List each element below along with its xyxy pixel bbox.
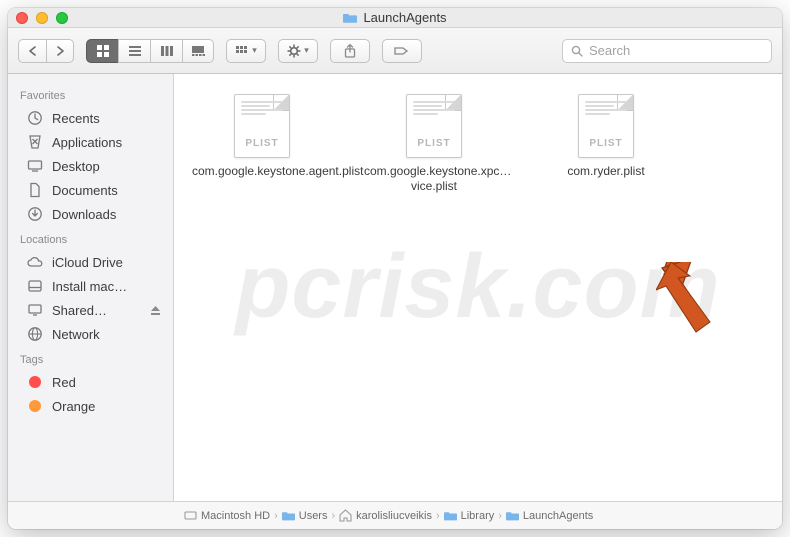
sidebar-item-network[interactable]: Network — [8, 322, 173, 346]
close-button[interactable] — [16, 12, 28, 24]
toolbar: ▾ ▾ Search — [8, 28, 782, 74]
home-icon — [339, 509, 352, 522]
arrange-button[interactable]: ▾ — [226, 39, 266, 63]
content-area[interactable]: pcrisk.com PLIST com.google.keystone.age… — [174, 74, 782, 501]
folder-icon — [444, 510, 457, 521]
sidebar-header: Tags — [8, 346, 173, 370]
download-icon — [26, 205, 44, 223]
path-item[interactable]: Users — [282, 510, 328, 522]
share-button[interactable] — [330, 39, 370, 63]
tag-red-icon — [26, 373, 44, 391]
search-placeholder: Search — [589, 43, 630, 58]
window-title-text: LaunchAgents — [363, 10, 446, 25]
file-name: com.google.keystone.agent.plist — [192, 164, 332, 179]
file-name: com.ryder.plist — [567, 164, 644, 179]
network-icon — [26, 325, 44, 343]
plist-file-icon: PLIST — [230, 94, 294, 158]
forward-button[interactable] — [46, 39, 74, 63]
tags-button[interactable] — [382, 39, 422, 63]
sidebar-item-recents[interactable]: Recents — [8, 106, 173, 130]
chevron-right-icon: › — [498, 510, 502, 522]
annotation-arrow-icon — [656, 262, 716, 342]
titlebar: LaunchAgents — [8, 8, 782, 28]
path-item[interactable]: Library — [444, 510, 495, 522]
sidebar-item-desktop[interactable]: Desktop — [8, 154, 173, 178]
chevron-right-icon: › — [331, 510, 335, 522]
sidebar-item-downloads[interactable]: Downloads — [8, 202, 173, 226]
file-item[interactable]: PLIST com.google.keystone.xpc…vice.plist — [364, 94, 504, 194]
sidebar-tag-orange[interactable]: Orange — [8, 394, 173, 418]
sidebar-item-shared[interactable]: Shared… — [8, 298, 173, 322]
list-view-button[interactable] — [118, 39, 150, 63]
doc-icon — [26, 181, 44, 199]
view-mode-group — [86, 39, 214, 63]
plist-file-icon: PLIST — [402, 94, 466, 158]
search-icon — [571, 45, 583, 57]
file-name: com.google.keystone.xpc…vice.plist — [364, 164, 504, 194]
cloud-icon — [26, 253, 44, 271]
back-button[interactable] — [18, 39, 46, 63]
sidebar-item-install[interactable]: Install mac… — [8, 274, 173, 298]
disk-icon — [26, 277, 44, 295]
search-field[interactable]: Search — [562, 39, 772, 63]
sidebar-item-applications[interactable]: Applications — [8, 130, 173, 154]
computer-icon — [26, 301, 44, 319]
sidebar: Favorites Recents Applications Desktop D… — [8, 74, 174, 501]
path-item[interactable]: LaunchAgents — [506, 510, 593, 522]
window-title: LaunchAgents — [68, 10, 722, 25]
action-button[interactable]: ▾ — [278, 39, 318, 63]
sidebar-header: Locations — [8, 226, 173, 250]
path-item[interactable]: karolisliucveikis — [339, 509, 432, 522]
sidebar-item-documents[interactable]: Documents — [8, 178, 173, 202]
clock-icon — [26, 109, 44, 127]
plist-file-icon: PLIST — [574, 94, 638, 158]
chevron-right-icon: › — [436, 510, 440, 522]
folder-icon — [506, 510, 519, 521]
folder-icon — [282, 510, 295, 521]
path-item[interactable]: Macintosh HD — [184, 509, 270, 522]
file-item[interactable]: PLIST com.google.keystone.agent.plist — [192, 94, 332, 194]
zoom-button[interactable] — [56, 12, 68, 24]
hd-icon — [184, 509, 197, 522]
sidebar-item-icloud[interactable]: iCloud Drive — [8, 250, 173, 274]
tag-orange-icon — [26, 397, 44, 415]
desktop-icon — [26, 157, 44, 175]
icon-view-button[interactable] — [86, 39, 118, 63]
app-icon — [26, 133, 44, 151]
sidebar-header: Favorites — [8, 82, 173, 106]
eject-icon[interactable] — [150, 305, 161, 316]
gallery-view-button[interactable] — [182, 39, 214, 63]
chevron-right-icon: › — [274, 510, 278, 522]
minimize-button[interactable] — [36, 12, 48, 24]
finder-window: LaunchAgents — [8, 8, 782, 529]
sidebar-tag-red[interactable]: Red — [8, 370, 173, 394]
file-item[interactable]: PLIST com.ryder.plist — [536, 94, 676, 194]
pathbar: Macintosh HD › Users › karolisliucveikis… — [8, 501, 782, 529]
column-view-button[interactable] — [150, 39, 182, 63]
